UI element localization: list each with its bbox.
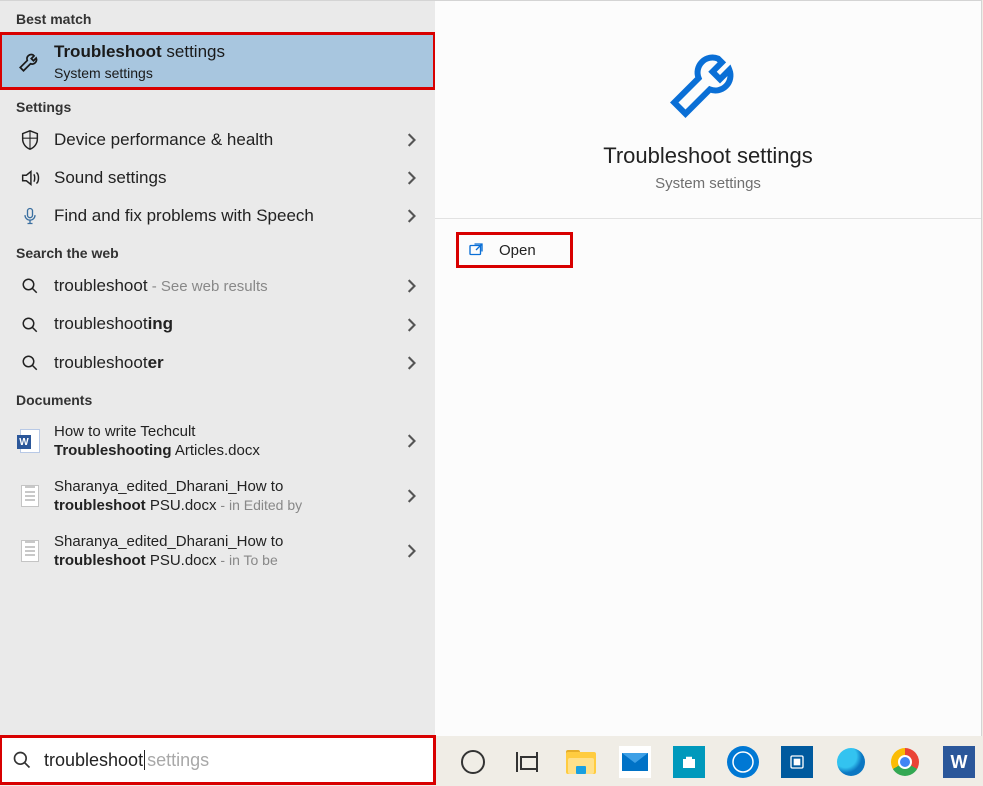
search-icon <box>16 354 44 372</box>
search-typed: troubleshoot <box>44 750 143 771</box>
app-icon[interactable] <box>778 743 816 781</box>
wrench-icon <box>16 48 44 74</box>
wrench-icon <box>663 35 753 125</box>
cortana-icon[interactable] <box>454 743 492 781</box>
document-icon <box>16 540 44 562</box>
preview-title: Troubleshoot settings <box>603 143 813 169</box>
title-bold: Troubleshoot <box>54 42 162 61</box>
open-icon <box>467 241 485 259</box>
results-column: Best match Troubleshoot settings System … <box>0 1 435 736</box>
open-label: Open <box>499 242 536 259</box>
chevron-right-icon <box>399 489 423 503</box>
settings-result-speech[interactable]: Find and fix problems with Speech <box>0 197 435 235</box>
section-best-match: Best match <box>0 1 435 33</box>
chevron-right-icon <box>399 356 423 370</box>
chevron-right-icon <box>399 544 423 558</box>
result-label: Find and fix problems with Speech <box>54 205 399 227</box>
text-caret <box>144 750 145 770</box>
result-label: Device performance & health <box>54 129 399 151</box>
section-settings: Settings <box>0 89 435 121</box>
task-view-icon[interactable] <box>508 743 546 781</box>
start-menu-search: Best match Troubleshoot settings System … <box>0 0 982 736</box>
search-ghost: settings <box>147 750 209 771</box>
section-documents: Documents <box>0 382 435 414</box>
search-input[interactable]: troubleshoot settings <box>0 736 435 784</box>
doc-result-2[interactable]: Sharanya_edited_Dharani_How to troublesh… <box>0 524 435 579</box>
word-doc-icon: W <box>16 429 44 453</box>
web-result-2[interactable]: troubleshooter <box>0 344 435 382</box>
sound-icon <box>16 167 44 189</box>
web-result-1[interactable]: troubleshooting <box>0 305 435 343</box>
open-action[interactable]: Open <box>457 233 572 267</box>
doc-result-1[interactable]: Sharanya_edited_Dharani_How to troublesh… <box>0 469 435 524</box>
search-text: troubleshoot settings <box>44 750 209 771</box>
taskbar: W <box>436 738 983 786</box>
chevron-right-icon <box>399 318 423 332</box>
search-icon <box>16 277 44 295</box>
chrome-icon[interactable] <box>886 743 924 781</box>
chevron-right-icon <box>399 133 423 147</box>
store-icon[interactable] <box>670 743 708 781</box>
chevron-right-icon <box>399 209 423 223</box>
result-text: Troubleshoot settings System settings <box>54 41 423 81</box>
file-explorer-icon[interactable] <box>562 743 600 781</box>
preview-actions: Open <box>435 219 981 281</box>
word-app-icon[interactable]: W <box>940 743 978 781</box>
settings-result-sound[interactable]: Sound settings <box>0 159 435 197</box>
chevron-right-icon <box>399 434 423 448</box>
section-web: Search the web <box>0 235 435 267</box>
chevron-right-icon <box>399 171 423 185</box>
chevron-right-icon <box>399 279 423 293</box>
settings-result-device-performance[interactable]: Device performance & health <box>0 121 435 159</box>
search-icon <box>16 316 44 334</box>
shield-icon <box>16 129 44 151</box>
web-result-0[interactable]: troubleshoot - See web results <box>0 267 435 305</box>
preview-hero: Troubleshoot settings System settings <box>435 1 981 218</box>
title-rest: settings <box>162 42 225 61</box>
result-subtitle: System settings <box>54 65 423 81</box>
mail-icon[interactable] <box>616 743 654 781</box>
best-match-result[interactable]: Troubleshoot settings System settings <box>0 33 435 89</box>
search-icon <box>12 750 32 770</box>
mic-icon <box>16 205 44 227</box>
edge-icon[interactable] <box>832 743 870 781</box>
preview-column: Troubleshoot settings System settings Op… <box>435 1 981 736</box>
doc-result-0[interactable]: W How to write Techcult Troubleshooting … <box>0 414 435 469</box>
preview-subtitle: System settings <box>655 175 761 192</box>
result-label: Sound settings <box>54 167 399 189</box>
dell-icon[interactable] <box>724 743 762 781</box>
document-icon <box>16 485 44 507</box>
